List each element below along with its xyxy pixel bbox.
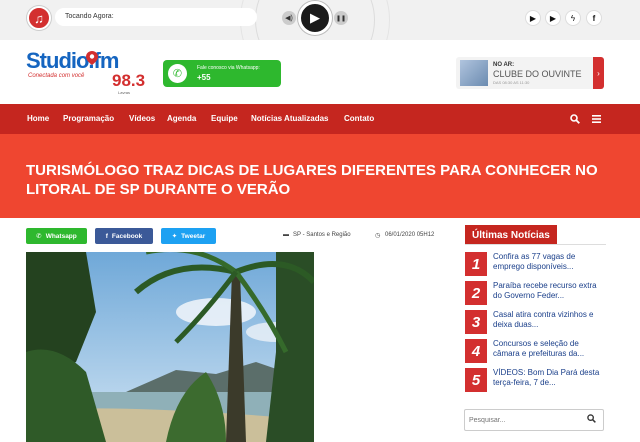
share-twitter-label: Tweetar	[181, 232, 206, 240]
site-logo[interactable]: Studio.fm Conectada com você 98.3 Lavras	[26, 48, 148, 98]
article-date: 06/01/2020 05H12	[385, 232, 435, 238]
news-number: 2	[465, 281, 487, 305]
share-facebook-button[interactable]: f Facebook	[95, 228, 153, 244]
logo-city: Lavras	[118, 90, 131, 95]
beach-palm-illustration	[26, 252, 314, 442]
news-number: 1	[465, 252, 487, 276]
nav-item-noticias[interactable]: Notícias Atualizadas	[251, 114, 329, 123]
clock-icon: ◷	[375, 233, 381, 239]
share-twitter-button[interactable]: ✦ Tweetar	[161, 228, 216, 244]
facebook-icon[interactable]: f	[586, 10, 602, 26]
play-icon[interactable]: ▶	[298, 1, 332, 35]
on-air-label: NO AR:	[493, 62, 515, 68]
music-icon[interactable]: ♫	[27, 6, 51, 30]
nav-item-contato[interactable]: Contato	[344, 114, 374, 123]
logo-tagline: Conectada com você	[28, 73, 85, 79]
nav-item-agenda[interactable]: Agenda	[167, 114, 196, 123]
on-air-time: DAS 08:30 AS 11:30	[493, 80, 530, 85]
news-item[interactable]: 5 VÍDEOS: Bom Dia Pará desta terça-feira…	[465, 368, 610, 392]
play-circle-icon[interactable]: ▶	[545, 10, 561, 26]
news-link[interactable]: Concursos e seleção de câmara e prefeitu…	[493, 339, 605, 360]
pause-icon[interactable]: ❚❚	[334, 11, 348, 25]
news-number: 4	[465, 339, 487, 363]
whatsapp-number: +55	[197, 73, 211, 82]
search-input[interactable]	[469, 413, 579, 427]
share-whatsapp-button[interactable]: ✆ Whatsapp	[26, 228, 87, 244]
nav-item-programacao[interactable]: Programação	[63, 114, 114, 123]
article-category[interactable]: SP - Santos e Região	[293, 232, 351, 238]
share-facebook-label: Facebook	[111, 232, 143, 240]
news-item[interactable]: 2 Paraíba recebe recurso extra do Govern…	[465, 281, 610, 305]
news-number: 5	[465, 368, 487, 392]
nav-item-videos[interactable]: Vídeos	[129, 114, 155, 123]
location-pin-icon	[86, 51, 98, 65]
youtube-icon[interactable]: ▶	[525, 10, 541, 26]
main-nav: Home Programação Vídeos Agenda Equipe No…	[0, 104, 640, 134]
whatsapp-label: Fale conosco via Whatsapp:	[197, 65, 260, 71]
search-icon[interactable]	[587, 414, 596, 423]
bolt-icon[interactable]: ϟ	[565, 10, 581, 26]
article-photo	[26, 252, 314, 442]
news-item[interactable]: 3 Casal atira contra vizinhos e deixa du…	[465, 310, 610, 334]
menu-icon[interactable]	[592, 115, 601, 123]
news-item[interactable]: 1 Confira as 77 vagas de emprego disponí…	[465, 252, 610, 276]
news-link[interactable]: Casal atira contra vizinhos e deixa duas…	[493, 310, 605, 331]
share-whatsapp-label: Whatsapp	[45, 232, 77, 240]
on-air-program: CLUBE DO OUVINTE	[493, 69, 582, 79]
twitter-icon: ✦	[171, 233, 178, 240]
article-title: TURISMÓLOGO TRAZ DICAS DE LUGARES DIFERE…	[26, 162, 598, 198]
host-photo	[460, 60, 488, 86]
news-item[interactable]: 4 Concursos e seleção de câmara e prefei…	[465, 339, 610, 363]
article-title-band: TURISMÓLOGO TRAZ DICAS DE LUGARES DIFERE…	[0, 134, 640, 218]
divider	[465, 244, 606, 245]
news-link[interactable]: VÍDEOS: Bom Dia Pará desta terça-feira, …	[493, 368, 605, 389]
facebook-icon: f	[105, 232, 108, 240]
logo-text: Studio.fm	[26, 48, 119, 73]
on-air-box[interactable]: NO AR: CLUBE DO OUVINTE DAS 08:30 AS 11:…	[456, 57, 604, 89]
nav-item-equipe[interactable]: Equipe	[211, 114, 238, 123]
now-playing-label: Tocando Agora:	[65, 13, 114, 20]
whatsapp-icon: ✆	[36, 233, 42, 240]
sidebar-search	[464, 409, 604, 431]
logo-frequency: 98.3	[112, 71, 146, 90]
news-link[interactable]: Paraíba recebe recurso extra do Governo …	[493, 281, 605, 302]
volume-icon[interactable]: ◀)	[282, 11, 296, 25]
now-playing-display: Tocando Agora:	[55, 8, 257, 26]
search-icon[interactable]	[570, 114, 580, 124]
whatsapp-contact-box[interactable]: ✆ Fale conosco via Whatsapp: +55	[163, 60, 281, 87]
whatsapp-icon: ✆	[168, 64, 187, 83]
chevron-right-icon[interactable]: ›	[593, 57, 604, 89]
news-link[interactable]: Confira as 77 vagas de emprego disponíve…	[493, 252, 605, 273]
news-number: 3	[465, 310, 487, 334]
folder-icon: ▬	[283, 232, 289, 238]
nav-item-home[interactable]: Home	[27, 114, 49, 123]
latest-news-title: Últimas Notícias	[465, 225, 557, 245]
